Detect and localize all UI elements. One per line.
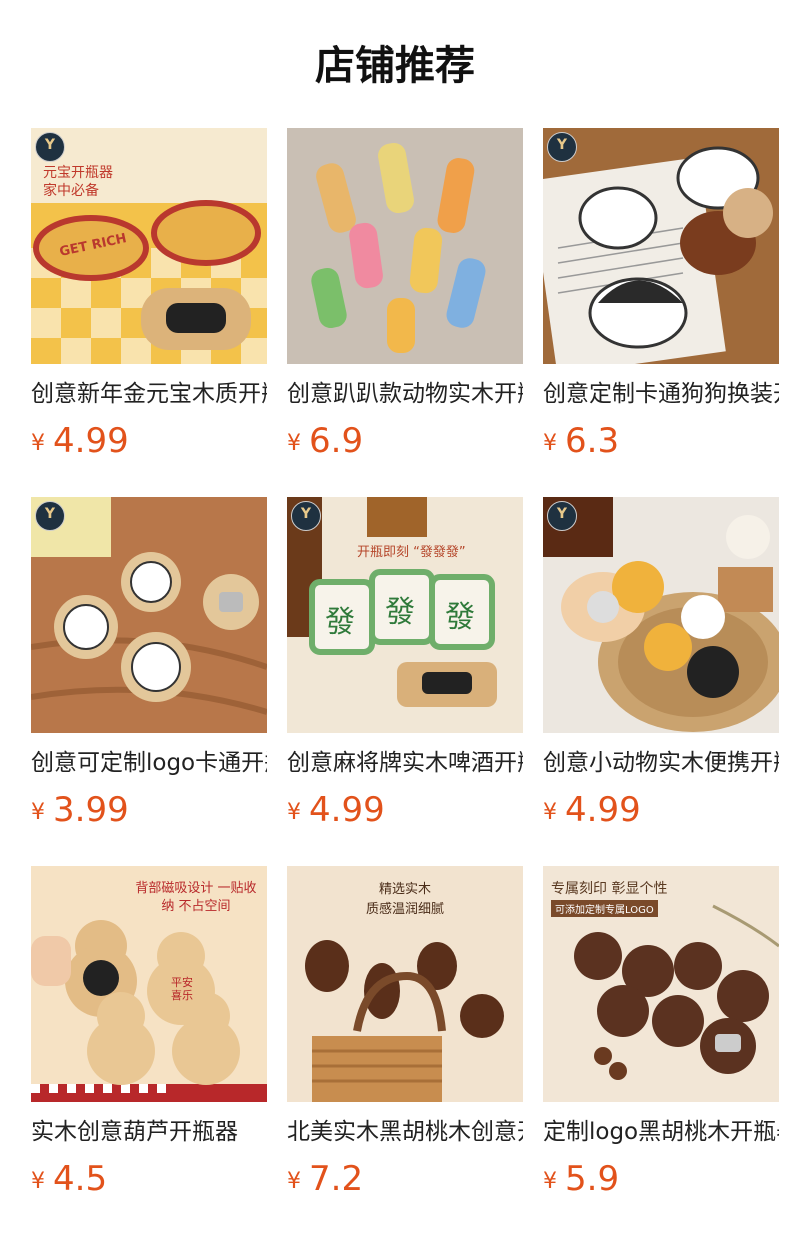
product-price: ¥6.9 <box>287 419 523 463</box>
currency-symbol: ¥ <box>543 1169 557 1194</box>
product-price: ¥7.2 <box>287 1157 523 1201</box>
product-price: ¥4.99 <box>543 788 779 832</box>
product-name[interactable]: 创意麻将牌实木啤酒开瓶器 <box>287 746 523 780</box>
image-banner-text: 质感温润细腻 <box>365 902 444 917</box>
product-price: ¥4.99 <box>287 788 523 832</box>
product-card[interactable]: 创意小动物实木便携开瓶器 ¥4.99 <box>543 497 779 866</box>
page-title: 店铺推荐 <box>315 43 475 89</box>
product-price: ¥4.5 <box>31 1157 267 1201</box>
product-price: ¥5.9 <box>543 1157 779 1201</box>
price-value: 7.2 <box>309 1159 364 1199</box>
brand-logo-icon <box>291 501 321 531</box>
price-value: 4.99 <box>565 790 641 830</box>
product-name[interactable]: 实木创意葫芦开瓶器 <box>31 1115 267 1149</box>
product-name[interactable]: 定制logo黑胡桃木开瓶器 <box>543 1115 779 1149</box>
image-banner-text: 元宝开瓶器 家中必备 <box>43 165 113 199</box>
price-value: 4.5 <box>53 1159 108 1199</box>
product-image[interactable] <box>31 497 267 733</box>
product-price: ¥6.3 <box>543 419 779 463</box>
currency-symbol: ¥ <box>287 1169 301 1194</box>
price-value: 4.99 <box>309 790 385 830</box>
product-card[interactable]: 背部磁吸设计 一贴收纳 不占空间 平安喜乐 实木创意葫芦开瓶器 ¥4.5 <box>31 866 267 1235</box>
product-card[interactable]: 创意趴趴款动物实木开瓶器 ¥6.9 <box>287 128 523 497</box>
product-card[interactable]: 创意可定制logo卡通开瓶器 ¥3.99 <box>31 497 267 866</box>
currency-symbol: ¥ <box>31 431 45 456</box>
product-name[interactable]: 创意新年金元宝木质开瓶器 <box>31 377 267 411</box>
price-value: 6.3 <box>565 421 620 461</box>
currency-symbol: ¥ <box>31 1169 45 1194</box>
mahjong-tile-char: 發 <box>445 600 475 635</box>
price-value: 5.9 <box>565 1159 620 1199</box>
product-card[interactable]: 开瓶即刻 “發發發” 發 發 發 创意麻将牌实木啤酒开瓶器 ¥4.99 <box>287 497 523 866</box>
currency-symbol: ¥ <box>543 431 557 456</box>
product-price: ¥3.99 <box>31 788 267 832</box>
product-image[interactable] <box>287 128 523 364</box>
product-image[interactable]: 专属刻印 彰显个性 可添加定制专属LOGO <box>543 866 779 1102</box>
image-banner-text: 专属刻印 彰显个性 <box>551 881 668 897</box>
product-name[interactable]: 北美实木黑胡桃木创意开瓶器 <box>287 1115 523 1149</box>
image-sub-text: 可添加定制专属LOGO <box>551 900 658 917</box>
product-card[interactable]: 精选实木 质感温润细腻 北美实木黑胡桃木创意开瓶器 ¥7.2 <box>287 866 523 1235</box>
product-card[interactable]: 元宝开瓶器 家中必备 GET RICH 创意新年金元宝木质开瓶器 ¥4.99 <box>31 128 267 497</box>
brand-logo-icon <box>547 132 577 162</box>
product-image[interactable]: 精选实木 质感温润细腻 <box>287 866 523 1102</box>
gourd-engraving: 平安喜乐 <box>171 976 193 1002</box>
product-image[interactable] <box>543 497 779 733</box>
image-banner-text: 背部磁吸设计 一贴收纳 不占空间 <box>135 881 257 914</box>
product-card[interactable]: 专属刻印 彰显个性 可添加定制专属LOGO 定制logo黑胡桃木开瓶器 ¥5.9 <box>543 866 779 1235</box>
product-card[interactable]: 创意定制卡通狗狗换装开瓶器 ¥6.3 <box>543 128 779 497</box>
product-name[interactable]: 创意趴趴款动物实木开瓶器 <box>287 377 523 411</box>
brand-logo-icon <box>35 501 65 531</box>
image-banner-text: 开瓶即刻 “發發發” <box>357 545 466 560</box>
price-value: 4.99 <box>53 421 129 461</box>
currency-symbol: ¥ <box>31 800 45 825</box>
brand-logo-icon <box>547 501 577 531</box>
currency-symbol: ¥ <box>287 800 301 825</box>
product-name[interactable]: 创意可定制logo卡通开瓶器 <box>31 746 267 780</box>
image-banner-text: 精选实木 <box>378 882 431 897</box>
product-image[interactable] <box>543 128 779 364</box>
product-name[interactable]: 创意小动物实木便携开瓶器 <box>543 746 779 780</box>
product-image[interactable]: 元宝开瓶器 家中必备 GET RICH <box>31 128 267 364</box>
product-price: ¥4.99 <box>31 419 267 463</box>
product-image[interactable]: 背部磁吸设计 一贴收纳 不占空间 平安喜乐 <box>31 866 267 1102</box>
product-grid: 元宝开瓶器 家中必备 GET RICH 创意新年金元宝木质开瓶器 ¥4.99 <box>31 128 781 1235</box>
brand-logo-icon <box>35 132 65 162</box>
mahjong-tile-char: 發 <box>325 605 355 640</box>
currency-symbol: ¥ <box>543 800 557 825</box>
price-value: 3.99 <box>53 790 129 830</box>
product-name[interactable]: 创意定制卡通狗狗换装开瓶器 <box>543 377 779 411</box>
currency-symbol: ¥ <box>287 431 301 456</box>
product-image[interactable]: 开瓶即刻 “發發發” 發 發 發 <box>287 497 523 733</box>
shop-recommend-page: 店铺推荐 Y 元宝开瓶器 家中必备 GET RICH 创意新年金元宝木质开 ¥ … <box>0 0 790 1236</box>
mahjong-tile-char: 發 <box>385 595 415 630</box>
price-value: 6.9 <box>309 421 364 461</box>
